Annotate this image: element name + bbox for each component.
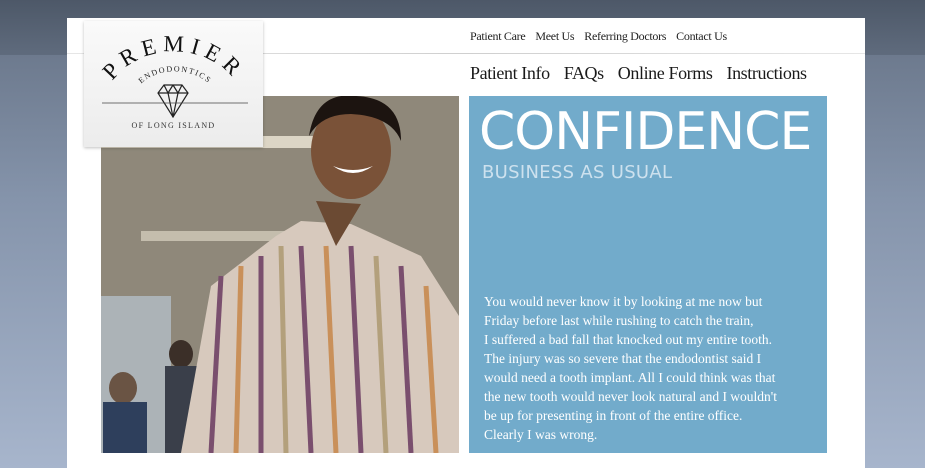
utility-nav: Patient Care Meet Us Referring Doctors C… xyxy=(470,29,727,44)
logo-tagline: OF LONG ISLAND xyxy=(131,121,216,130)
nav-contact-us[interactable]: Contact Us xyxy=(676,29,727,44)
logo[interactable]: PREMIER ENDODONTICS OF LONG ISLAND xyxy=(84,21,263,147)
hero-headline: CONFIDENCE xyxy=(479,102,812,162)
logo-word: PREMIER xyxy=(98,31,245,84)
nav-meet-us[interactable]: Meet Us xyxy=(535,29,574,44)
page-container: PREMIER ENDODONTICS OF LONG ISLAND Patie… xyxy=(67,18,865,468)
nav-patient-info[interactable]: Patient Info xyxy=(470,63,550,84)
testimonial-line: You would never know it by looking at me… xyxy=(484,294,763,309)
nav-instructions[interactable]: Instructions xyxy=(726,63,807,84)
testimonial-line: The injury was so severe that the endodo… xyxy=(484,351,762,366)
testimonial-text: You would never know it by looking at me… xyxy=(484,292,819,444)
nav-patient-care[interactable]: Patient Care xyxy=(470,29,526,44)
testimonial-line: Clearly I was wrong. xyxy=(484,427,598,442)
hero-photo xyxy=(101,96,459,453)
nav-referring-doctors[interactable]: Referring Doctors xyxy=(584,29,666,44)
hero-subheadline: BUSINESS AS USUAL xyxy=(482,162,673,183)
testimonial-line: Friday before last while rushing to catc… xyxy=(484,313,754,328)
testimonial-line: would need a tooth implant. All I could … xyxy=(484,370,776,385)
logo-subword: ENDODONTICS xyxy=(137,64,212,85)
nav-faqs[interactable]: FAQs xyxy=(564,63,604,84)
svg-text:ENDODONTICS: ENDODONTICS xyxy=(137,64,214,85)
main-nav: Patient Info FAQs Online Forms Instructi… xyxy=(470,63,807,84)
testimonial-line: I suffered a bad fall that knocked out m… xyxy=(484,332,773,347)
svg-text:PREMIER: PREMIER xyxy=(98,31,251,84)
hero-panel: CONFIDENCE BUSINESS AS USUAL You would n… xyxy=(469,96,827,453)
testimonial-line: be up for presenting in front of the ent… xyxy=(484,408,743,423)
nav-online-forms[interactable]: Online Forms xyxy=(618,63,713,84)
tooth-diamond-icon xyxy=(157,84,189,119)
testimonial-line: the new tooth would never look natural a… xyxy=(484,389,777,404)
